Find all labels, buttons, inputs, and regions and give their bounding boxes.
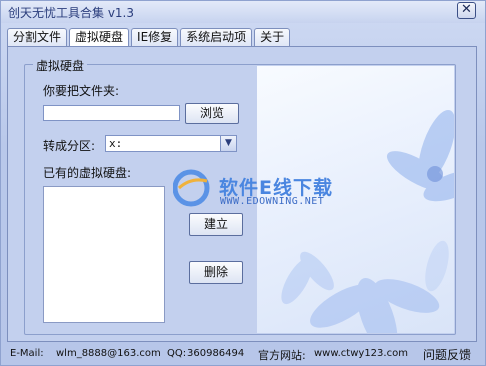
watermark-url: WWW.EDOWNING.NET: [220, 196, 325, 207]
tab-bar: 分割文件 虚拟硬盘 IE修复 系统启动项 关于: [7, 28, 292, 47]
tab-about[interactable]: 关于: [254, 28, 291, 46]
close-button[interactable]: ✕: [457, 2, 476, 19]
tab-virtual-disk[interactable]: 虚拟硬盘: [69, 28, 130, 47]
drive-letter-select[interactable]: x: ▼: [105, 135, 237, 152]
existing-disks-list[interactable]: [43, 186, 165, 323]
browse-button[interactable]: 浏览: [185, 103, 239, 124]
create-button[interactable]: 建立: [189, 213, 243, 236]
tab-startup-items[interactable]: 系统启动项: [180, 28, 253, 46]
app-window: 创天无忧工具合集 v1.3 ✕ 分割文件 虚拟硬盘 IE修复 系统启动项 关于: [0, 0, 486, 366]
qq-label: QQ:: [167, 348, 187, 359]
tab-split-file[interactable]: 分割文件: [7, 28, 68, 46]
edowning-logo-icon: [173, 169, 210, 207]
group-title: 虚拟硬盘: [33, 57, 88, 74]
existing-disks-label: 已有的虚拟硬盘:: [43, 166, 132, 180]
delete-button[interactable]: 删除: [189, 261, 243, 284]
tab-ie-repair[interactable]: IE修复: [131, 28, 179, 46]
feedback-link[interactable]: 问题反馈: [423, 346, 471, 363]
official-site-label: 官方网站:: [258, 349, 306, 362]
drive-letter-value: x:: [109, 137, 123, 150]
title-bar: 创天无忧工具合集 v1.3 ✕: [1, 1, 485, 23]
window-title: 创天无忧工具合集 v1.3: [8, 6, 135, 20]
qq-link[interactable]: 360986494: [187, 348, 244, 359]
convert-partition-label: 转成分区:: [43, 139, 96, 153]
email-label: E-Mail:: [10, 348, 44, 359]
folder-label: 你要把文件夹:: [43, 84, 120, 98]
folder-path-input[interactable]: [43, 105, 180, 121]
official-site-link[interactable]: www.ctwy123.com: [314, 348, 408, 359]
chevron-down-icon[interactable]: ▼: [220, 136, 236, 151]
email-link[interactable]: wlm_8888@163.com: [56, 348, 161, 359]
